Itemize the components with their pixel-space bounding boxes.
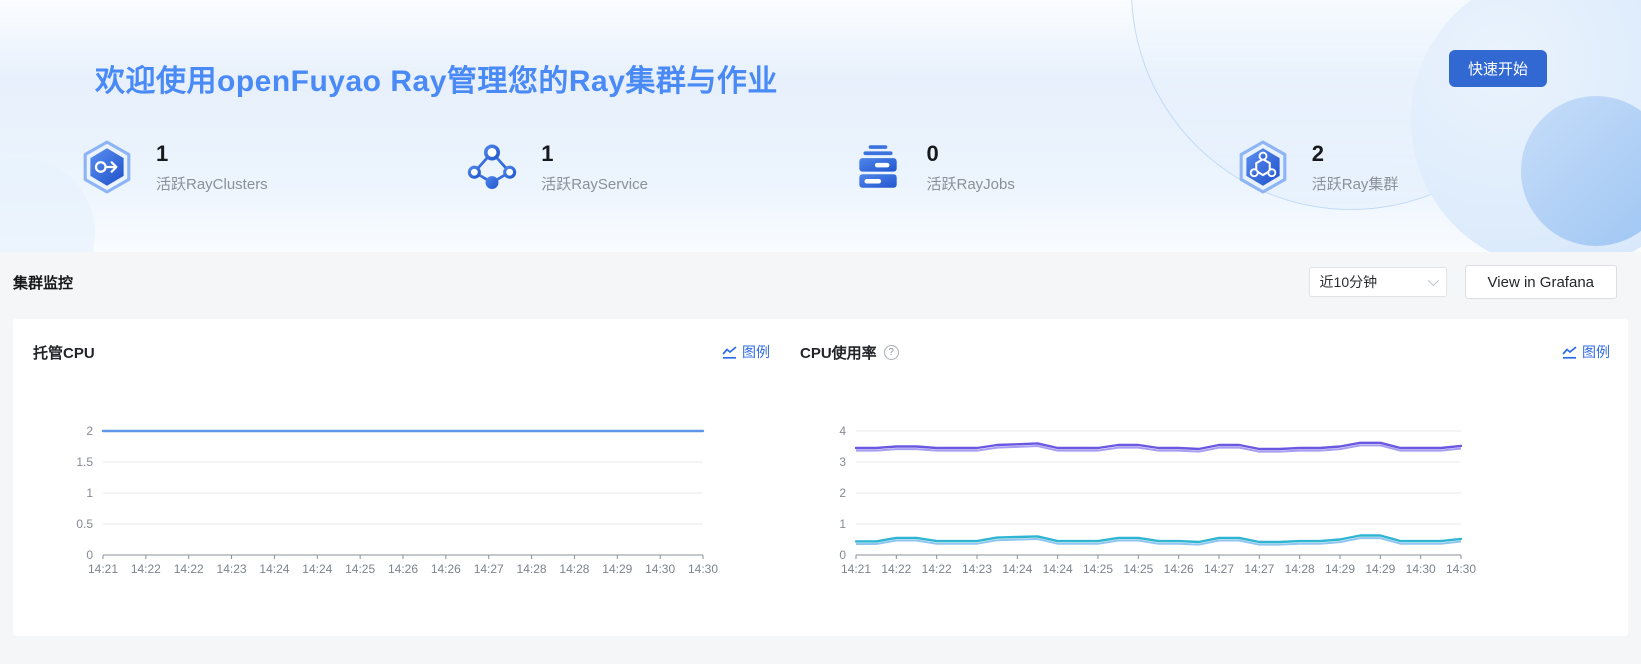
svg-text:14:27: 14:27	[474, 562, 504, 576]
svg-text:3: 3	[839, 455, 846, 469]
charts-card: 托管CPU 图例 00.511.5214:2114:2214:2214:2314…	[13, 319, 1628, 636]
page-title: 欢迎使用openFuyao Ray管理您的Ray集群与作业	[95, 56, 778, 100]
svg-text:14:25: 14:25	[1083, 562, 1113, 576]
cpu-usage-line-chart: 0 1 2 3 4 14:21 14:22 14:22 14:23 14:24 14:24 14:25…	[800, 397, 1610, 587]
stat-ray-jobs: 0 活跃RayJobs	[851, 140, 1236, 194]
chevron-down-icon	[1427, 275, 1438, 286]
cpu-usage-chart-block: CPU使用率 ? 图例 0 1 2 3 4 14:21 14:22 14:22 14:23 14:…	[788, 341, 1610, 636]
stats-row: 1 活跃RayClusters 1 活跃RayService	[80, 140, 1621, 194]
svg-text:4: 4	[839, 424, 846, 438]
svg-text:0: 0	[86, 548, 93, 562]
svg-text:14:24: 14:24	[1002, 562, 1032, 576]
svg-text:14:29: 14:29	[602, 562, 632, 576]
hosted-cpu-chart-block: 托管CPU 图例 0 0.5 1 1.5 2 14:21 14:22 14:22 14:23 14…	[33, 341, 788, 636]
svg-text:14:23: 14:23	[217, 562, 247, 576]
svg-text:14:29: 14:29	[1325, 562, 1355, 576]
stat-value: 1	[541, 141, 648, 167]
svg-text:2: 2	[86, 424, 93, 438]
chart-title-hosted-cpu: 托管CPU	[33, 342, 95, 363]
svg-text:1: 1	[839, 517, 846, 531]
time-range-select[interactable]: 近10分钟	[1309, 267, 1447, 297]
quick-start-button[interactable]: 快速开始	[1449, 50, 1547, 87]
stat-ray-cluster-cn: 2 活跃Ray集群	[1236, 140, 1621, 194]
view-in-grafana-button[interactable]: View in Grafana	[1465, 265, 1617, 299]
svg-text:14:27: 14:27	[1244, 562, 1274, 576]
stat-value: 1	[156, 141, 268, 167]
stat-value: 0	[927, 141, 1015, 167]
stat-label: 活跃RayJobs	[927, 173, 1015, 194]
svg-text:14:29: 14:29	[1365, 562, 1395, 576]
legend-icon	[1562, 346, 1577, 359]
svg-text:14:23: 14:23	[962, 562, 992, 576]
stat-ray-clusters: 1 活跃RayClusters	[80, 140, 465, 194]
svg-text:14:25: 14:25	[1123, 562, 1153, 576]
svg-text:1: 1	[86, 486, 93, 500]
stat-value: 2	[1312, 141, 1399, 167]
legend-toggle-hosted-cpu[interactable]: 图例	[722, 342, 770, 362]
svg-text:14:22: 14:22	[131, 562, 161, 576]
svg-text:14:22: 14:22	[174, 562, 204, 576]
svg-text:14:30: 14:30	[688, 562, 718, 576]
legend-icon	[722, 346, 737, 359]
legend-toggle-cpu-usage[interactable]: 图例	[1562, 342, 1610, 362]
svg-text:14:28: 14:28	[517, 562, 547, 576]
svg-text:14:24: 14:24	[259, 562, 289, 576]
svg-text:14:30: 14:30	[1446, 562, 1476, 576]
rayjobs-stack-icon	[851, 140, 905, 194]
section-title: 集群监控	[13, 272, 1309, 293]
chart-title-cpu-usage: CPU使用率	[800, 342, 877, 363]
svg-text:14:22: 14:22	[881, 562, 911, 576]
svg-text:14:21: 14:21	[841, 562, 871, 576]
svg-text:14:28: 14:28	[559, 562, 589, 576]
svg-text:1.5: 1.5	[76, 455, 93, 469]
raycluster-hexagon-share-icon	[80, 140, 134, 194]
svg-text:14:25: 14:25	[345, 562, 375, 576]
svg-text:14:26: 14:26	[388, 562, 418, 576]
hero-banner: 欢迎使用openFuyao Ray管理您的Ray集群与作业 快速开始 1 活跃R…	[0, 0, 1641, 252]
help-icon[interactable]: ?	[884, 345, 899, 360]
svg-text:14:21: 14:21	[88, 562, 118, 576]
stat-label: 活跃Ray集群	[1312, 173, 1399, 194]
time-range-value: 近10分钟	[1320, 272, 1378, 292]
stat-ray-service: 1 活跃RayService	[465, 140, 850, 194]
svg-text:14:22: 14:22	[922, 562, 952, 576]
hosted-cpu-line-chart: 0 0.5 1 1.5 2 14:21 14:22 14:22 14:23 14:24 14:24 1…	[33, 397, 773, 587]
svg-text:14:26: 14:26	[1164, 562, 1194, 576]
svg-text:14:30: 14:30	[1406, 562, 1436, 576]
cluster-monitor-section: 集群监控 近10分钟 View in Grafana 托管CPU 图例	[0, 265, 1641, 636]
svg-text:14:24: 14:24	[302, 562, 332, 576]
svg-text:14:24: 14:24	[1043, 562, 1073, 576]
svg-text:0.5: 0.5	[76, 517, 93, 531]
rayservice-network-icon	[465, 140, 519, 194]
svg-text:14:27: 14:27	[1204, 562, 1234, 576]
stat-label: 活跃RayClusters	[156, 173, 268, 194]
svg-text:14:26: 14:26	[431, 562, 461, 576]
svg-text:0: 0	[839, 548, 846, 562]
svg-text:14:30: 14:30	[645, 562, 675, 576]
stat-label: 活跃RayService	[541, 173, 648, 194]
raycluster-hexagon-molecule-icon	[1236, 140, 1290, 194]
svg-text:2: 2	[839, 486, 846, 500]
svg-text:14:28: 14:28	[1285, 562, 1315, 576]
